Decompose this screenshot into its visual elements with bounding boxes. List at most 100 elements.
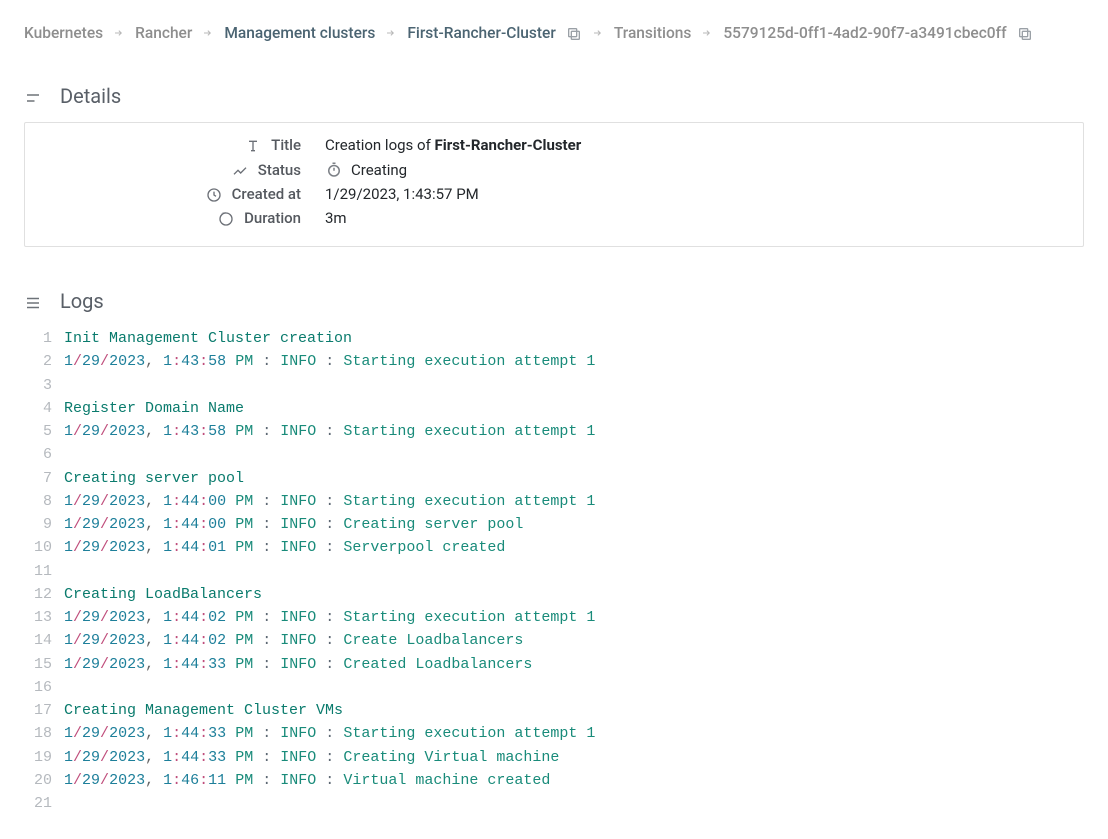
log-line-number: 2 bbox=[24, 350, 64, 373]
breadcrumb-item[interactable]: Management clusters bbox=[224, 24, 375, 42]
breadcrumb-separator bbox=[202, 27, 214, 39]
duration-value: 3m bbox=[325, 209, 347, 227]
log-line-number: 14 bbox=[24, 629, 64, 652]
breadcrumb-separator bbox=[592, 27, 604, 39]
log-line-number: 7 bbox=[24, 467, 64, 490]
created-icon bbox=[206, 185, 222, 203]
created-label: Created at bbox=[232, 185, 301, 203]
log-line-content bbox=[64, 443, 1084, 466]
details-card: Title Creation logs of First-Rancher-Clu… bbox=[24, 122, 1084, 247]
log-line-content: 1/29/2023, 1:43:58 PM : INFO : Starting … bbox=[64, 420, 1084, 443]
logs-icon bbox=[24, 289, 42, 313]
logs-section-title: Logs bbox=[60, 289, 104, 313]
log-line-number: 21 bbox=[24, 792, 64, 815]
log-line: 11 bbox=[24, 560, 1084, 583]
log-line-content: Creating Management Cluster VMs bbox=[64, 699, 1084, 722]
log-line: 151/29/2023, 1:44:33 PM : INFO : Created… bbox=[24, 653, 1084, 676]
breadcrumb-item[interactable]: First-Rancher-Cluster bbox=[407, 24, 555, 42]
log-line: 141/29/2023, 1:44:02 PM : INFO : Create … bbox=[24, 629, 1084, 652]
log-line-content: 1/29/2023, 1:43:58 PM : INFO : Starting … bbox=[64, 350, 1084, 373]
breadcrumb-separator bbox=[385, 27, 397, 39]
breadcrumb-item: Kubernetes bbox=[24, 24, 103, 42]
log-line-number: 4 bbox=[24, 397, 64, 420]
details-section-title: Details bbox=[60, 84, 121, 108]
log-line-number: 3 bbox=[24, 374, 64, 397]
log-line: 51/29/2023, 1:43:58 PM : INFO : Starting… bbox=[24, 420, 1084, 443]
status-icon bbox=[232, 161, 248, 179]
title-icon bbox=[245, 136, 261, 154]
log-line-content bbox=[64, 792, 1084, 815]
breadcrumb-separator bbox=[113, 27, 125, 39]
logs-section-header: Logs bbox=[24, 289, 1084, 313]
log-line-number: 12 bbox=[24, 583, 64, 606]
log-line-content bbox=[64, 560, 1084, 583]
log-line-number: 11 bbox=[24, 560, 64, 583]
details-section-header: Details bbox=[24, 84, 1084, 108]
details-row-created: Created at 1/29/2023, 1:43:57 PM bbox=[25, 182, 1083, 206]
log-line-content: Creating LoadBalancers bbox=[64, 583, 1084, 606]
log-line: 131/29/2023, 1:44:02 PM : INFO : Startin… bbox=[24, 606, 1084, 629]
log-line: 3 bbox=[24, 374, 1084, 397]
log-line: 4Register Domain Name bbox=[24, 397, 1084, 420]
log-line: 17Creating Management Cluster VMs bbox=[24, 699, 1084, 722]
log-line-content: Init Management Cluster creation bbox=[64, 327, 1084, 350]
copy-icon[interactable] bbox=[1017, 24, 1033, 42]
log-line: 91/29/2023, 1:44:00 PM : INFO : Creating… bbox=[24, 513, 1084, 536]
details-row-status: Status Creating bbox=[25, 157, 1083, 182]
breadcrumb-item: Transitions bbox=[614, 24, 692, 42]
log-line-number: 19 bbox=[24, 746, 64, 769]
duration-icon bbox=[218, 209, 234, 227]
log-line-number: 13 bbox=[24, 606, 64, 629]
log-line-content: 1/29/2023, 1:44:00 PM : INFO : Starting … bbox=[64, 490, 1084, 513]
log-line-number: 6 bbox=[24, 443, 64, 466]
log-line-content: 1/29/2023, 1:44:33 PM : INFO : Created L… bbox=[64, 653, 1084, 676]
log-line-number: 18 bbox=[24, 722, 64, 745]
log-line-content: 1/29/2023, 1:44:33 PM : INFO : Starting … bbox=[64, 722, 1084, 745]
log-line: 81/29/2023, 1:44:00 PM : INFO : Starting… bbox=[24, 490, 1084, 513]
log-line-content: 1/29/2023, 1:44:33 PM : INFO : Creating … bbox=[64, 746, 1084, 769]
details-icon bbox=[24, 84, 42, 108]
log-line-number: 1 bbox=[24, 327, 64, 350]
log-line-number: 5 bbox=[24, 420, 64, 443]
status-value: Creating bbox=[325, 160, 407, 179]
log-line-number: 9 bbox=[24, 513, 64, 536]
log-line: 1Init Management Cluster creation bbox=[24, 327, 1084, 350]
title-label: Title bbox=[271, 136, 301, 154]
created-value: 1/29/2023, 1:43:57 PM bbox=[325, 185, 479, 203]
breadcrumb-item: Rancher bbox=[135, 24, 192, 42]
log-line-number: 20 bbox=[24, 769, 64, 792]
log-line-number: 10 bbox=[24, 536, 64, 559]
log-line: 181/29/2023, 1:44:33 PM : INFO : Startin… bbox=[24, 722, 1084, 745]
log-line: 191/29/2023, 1:44:33 PM : INFO : Creatin… bbox=[24, 746, 1084, 769]
log-line-content: Creating server pool bbox=[64, 467, 1084, 490]
log-line-content: Register Domain Name bbox=[64, 397, 1084, 420]
log-line-content: 1/29/2023, 1:44:02 PM : INFO : Create Lo… bbox=[64, 629, 1084, 652]
log-line-content: 1/29/2023, 1:44:00 PM : INFO : Creating … bbox=[64, 513, 1084, 536]
details-row-title: Title Creation logs of First-Rancher-Clu… bbox=[25, 133, 1083, 157]
log-line: 12Creating LoadBalancers bbox=[24, 583, 1084, 606]
log-line: 21/29/2023, 1:43:58 PM : INFO : Starting… bbox=[24, 350, 1084, 373]
log-line: 201/29/2023, 1:46:11 PM : INFO : Virtual… bbox=[24, 769, 1084, 792]
log-line-content bbox=[64, 676, 1084, 699]
breadcrumb-separator bbox=[701, 27, 713, 39]
log-line: 6 bbox=[24, 443, 1084, 466]
log-line-number: 17 bbox=[24, 699, 64, 722]
log-line-content: 1/29/2023, 1:46:11 PM : INFO : Virtual m… bbox=[64, 769, 1084, 792]
log-line: 101/29/2023, 1:44:01 PM : INFO : Serverp… bbox=[24, 536, 1084, 559]
breadcrumb: Kubernetes Rancher Management clusters Firs… bbox=[24, 24, 1084, 42]
log-line-content bbox=[64, 374, 1084, 397]
log-line-content: 1/29/2023, 1:44:01 PM : INFO : Serverpoo… bbox=[64, 536, 1084, 559]
log-line: 16 bbox=[24, 676, 1084, 699]
log-line: 7Creating server pool bbox=[24, 467, 1084, 490]
logs-panel[interactable]: 1Init Management Cluster creation21/29/2… bbox=[24, 327, 1084, 815]
log-line-number: 16 bbox=[24, 676, 64, 699]
log-line-content: 1/29/2023, 1:44:02 PM : INFO : Starting … bbox=[64, 606, 1084, 629]
duration-label: Duration bbox=[244, 209, 301, 227]
title-value: Creation logs of First-Rancher-Cluster bbox=[325, 136, 581, 154]
copy-icon[interactable] bbox=[566, 24, 582, 42]
log-line: 21 bbox=[24, 792, 1084, 815]
status-label: Status bbox=[258, 161, 301, 179]
log-line-number: 8 bbox=[24, 490, 64, 513]
clock-icon bbox=[325, 160, 343, 179]
log-line-number: 15 bbox=[24, 653, 64, 676]
